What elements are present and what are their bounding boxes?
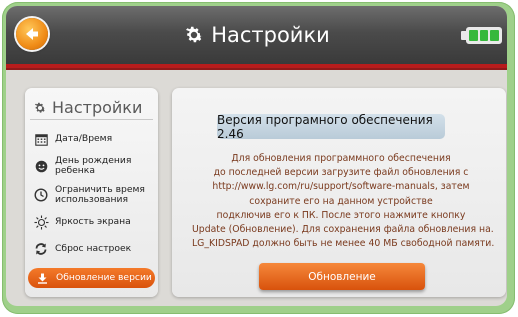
update-instructions: Для обновления программного обеспечения … — [192, 152, 495, 251]
sidebar-item-label: Яркость экрана — [55, 216, 131, 227]
update-button[interactable]: Обновление — [259, 263, 425, 290]
sidebar-item-label: Дата/Время — [55, 133, 113, 144]
version-label: Версия програмного обеспечения 2.46 — [217, 113, 445, 141]
screen: Настройки Настройки Дата/Время День рожд… — [6, 6, 507, 306]
gear-icon — [34, 102, 46, 113]
battery-cell — [479, 30, 489, 41]
sidebar-item-label: Сброс настроек — [55, 243, 132, 254]
sidebar-item-child-birthday[interactable]: День рождения ребенка — [33, 156, 131, 176]
instruction-line: подключив его к ПК. После этого нажмите … — [216, 209, 466, 221]
sidebar-item-reset-settings[interactable]: Сброс настроек — [33, 241, 131, 257]
reset-arrows-icon — [33, 241, 49, 257]
sidebar-item-screen-brightness[interactable]: Яркость экрана — [33, 214, 131, 230]
instruction-line: Для обновления программного обеспечения — [231, 153, 451, 164]
clock-icon — [33, 187, 49, 203]
instruction-line: LG_KIDSPAD должно быть не менее 40 МБ св… — [192, 238, 495, 250]
calendar-icon — [33, 131, 49, 147]
sidebar-divider — [30, 119, 153, 120]
page-title: Настройки — [211, 23, 330, 47]
instruction-line: до последней версии загрузите файл обнов… — [213, 167, 469, 179]
sidebar-item-label: Ограничить время использования — [55, 185, 145, 205]
instruction-line: http://www.lg.com/ru/support/software-ma… — [212, 181, 470, 193]
sidebar-item-label: Обновление версии — [56, 272, 152, 283]
settings-sidebar: Настройки Дата/Время День рождения ребен… — [25, 88, 158, 297]
header-title-area: Настройки — [6, 6, 507, 64]
battery-icon — [466, 27, 502, 44]
child-face-icon — [33, 158, 49, 174]
instruction-line: сохраните его на данном устройстве — [249, 195, 433, 207]
battery-cell — [469, 30, 478, 41]
battery-cell — [490, 30, 500, 41]
sidebar-item-version-update[interactable]: Обновление версии — [28, 268, 155, 288]
gear-icon — [186, 26, 203, 43]
sidebar-item-time-limit[interactable]: Ограничить время использования — [33, 185, 145, 205]
instruction-line: Update (Обновление). Для сохранения файл… — [192, 224, 494, 236]
sidebar-item-date-time[interactable]: Дата/Время — [33, 131, 112, 147]
sidebar-item-label-line2: ребенка — [55, 165, 95, 176]
update-panel: Версия програмного обеспечения 2.46 Для … — [172, 88, 506, 297]
sun-icon — [33, 214, 49, 230]
sidebar-title-label: Настройки — [52, 98, 143, 117]
sidebar-title: Настройки — [33, 98, 142, 117]
back-button[interactable] — [16, 18, 48, 50]
sidebar-item-label-line2: использования — [55, 194, 128, 205]
sidebar-item-label: День рождения ребенка — [55, 156, 131, 176]
download-icon — [34, 270, 50, 286]
back-arrow-icon — [26, 28, 38, 40]
header-divider-shadow — [6, 68, 507, 70]
